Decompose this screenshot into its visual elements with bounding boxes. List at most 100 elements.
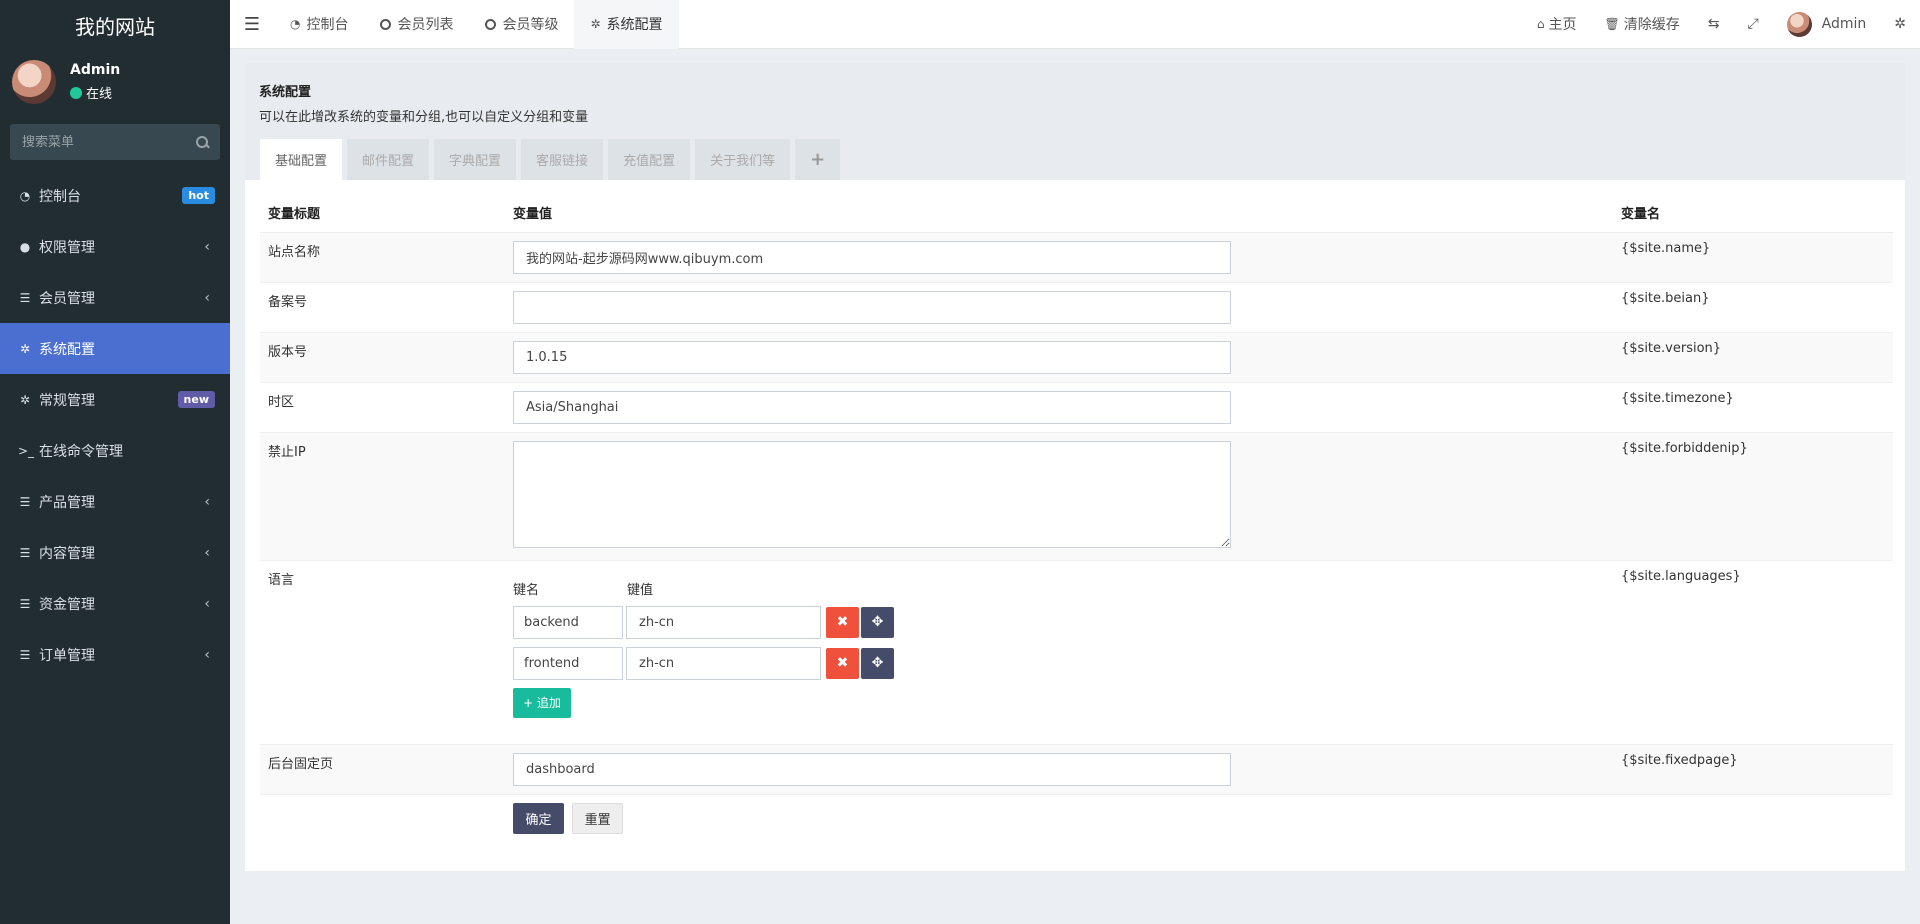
row-title: 语言 [260,559,505,744]
forbidden-ip-textarea[interactable] [513,440,1231,548]
chevron-left-icon: ‹ [204,493,210,510]
drag-handle-icon[interactable]: ✥ [861,647,894,679]
chevron-left-icon: ‹ [204,646,210,663]
table-row: 站点名称 {$site.name} [260,231,1893,282]
key-input[interactable] [513,646,623,680]
sidebar-item-content[interactable]: ☰ 内容管理 ‹ [0,527,230,578]
menu-toggle-icon[interactable]: ☰ [230,0,274,49]
append-button[interactable]: + 追加 [513,687,571,718]
var-name: {$site.languages} [1613,559,1893,744]
row-title: 禁止IP [260,431,505,560]
menu-search [10,124,220,160]
table-row: 备案号 {$site.beian} [260,281,1893,332]
sidebar-item-label: 权限管理 [39,239,95,256]
sidebar-item-label: 产品管理 [39,494,95,511]
kv-row: ✖ ✥ [513,646,1605,680]
sidebar-item-dashboard[interactable]: ◔ 控制台 hot [0,170,230,221]
fullscreen-toggle[interactable]: ⤢ [1733,0,1772,49]
fullscreen-icon: ⤢ [1747,16,1759,32]
tab-email-config[interactable]: 邮件配置 [347,139,430,180]
col-header-title: 变量标题 [260,180,505,233]
chevron-left-icon: ‹ [204,595,210,612]
gears-icon: ✲ [19,392,31,407]
value-input[interactable] [626,605,821,639]
menu-search-input[interactable] [22,134,182,150]
tab-system-config[interactable]: ✲ 系统配置 [574,0,679,49]
kv-row: ✖ ✥ [513,605,1605,639]
remove-row-icon[interactable]: ✖ [826,606,859,638]
sidebar-item-orders[interactable]: ☰ 订单管理 ‹ [0,629,230,680]
row-title: 备案号 [260,281,505,332]
translate-icon: ⇆ [1707,16,1720,32]
tab-label: 系统配置 [606,17,663,33]
tab-dashboard[interactable]: ◔ 控制台 [274,0,364,49]
sidebar-item-members[interactable]: ☰ 会员管理 ‹ [0,272,230,323]
kv-header: 键名 键值 [513,579,1605,598]
value-input[interactable] [626,646,821,680]
remove-row-icon[interactable]: ✖ [826,647,859,679]
table-row: 时区 {$site.timezone} [260,381,1893,432]
list-icon: ☰ [19,290,31,305]
sidebar-menu: ◔ 控制台 hot ● 权限管理 ‹ ☰ 会员管理 ‹ ✲ 系统配置 ✲ 常规管… [0,170,230,680]
hot-badge: hot [182,187,215,204]
var-name: {$site.name} [1613,231,1893,282]
home-link[interactable]: ⌂ 主页 [1523,0,1591,49]
control-sidebar-toggle[interactable]: ✲ [1880,0,1920,49]
timezone-input[interactable] [513,390,1231,424]
tab-basic-config[interactable]: 基础配置 [260,139,343,180]
online-dot-icon [70,86,82,99]
drag-handle-icon[interactable]: ✥ [861,606,894,638]
sidebar-item-label: 系统配置 [39,341,95,358]
list-icon: ☰ [19,494,31,509]
top-navbar: ☰ ◔ 控制台 会员列表 会员等级 ✲ 系统配置 ⌂ 主页 🗑 清除缓存 ⇆ ⤢… [230,0,1920,49]
chevron-left-icon: ‹ [204,238,210,255]
avatar [1786,11,1812,37]
tab-dictionary-config[interactable]: 字典配置 [434,139,517,180]
tab-about-us[interactable]: 关于我们等 [695,139,791,180]
home-icon: ⌂ [1536,17,1545,31]
list-icon: ☰ [19,647,31,662]
config-table: 变量标题 变量值 变量名 站点名称 {$site.name} 备案号 {$sit… [260,180,1893,842]
user-panel: Admin 在线 [0,50,230,114]
circle-icon [485,18,497,30]
submit-button[interactable]: 确定 [513,802,564,834]
sidebar-item-command[interactable]: >_ 在线命令管理 [0,425,230,476]
search-icon[interactable] [196,136,208,148]
tab-member-list[interactable]: 会员列表 [364,0,469,49]
value-header: 键值 [627,582,654,598]
user-name: Admin [70,62,121,78]
sidebar-item-products[interactable]: ☰ 产品管理 ‹ [0,476,230,527]
sidebar-item-general[interactable]: ✲ 常规管理 new [0,374,230,425]
gear-icon: ✲ [19,341,31,356]
chevron-left-icon: ‹ [204,289,210,306]
sidebar-item-funds[interactable]: ☰ 资金管理 ‹ [0,578,230,629]
reset-button[interactable]: 重置 [572,802,624,834]
var-name: {$site.timezone} [1613,381,1893,432]
tab-member-level[interactable]: 会员等级 [469,0,574,49]
config-tabs: 基础配置 邮件配置 字典配置 客服链接 充值配置 关于我们等 + [260,139,845,180]
clear-cache-button[interactable]: 🗑 清除缓存 [1590,0,1693,49]
sidebar-item-permissions[interactable]: ● 权限管理 ‹ [0,221,230,272]
add-tab-icon[interactable]: + [795,139,841,180]
fixed-page-input[interactable] [513,752,1231,786]
list-icon: ☰ [19,545,31,560]
site-logo[interactable]: 我的网站 [0,0,230,50]
panel-header: 系统配置 可以在此增改系统的变量和分组,也可以自定义分组和变量 基础配置 邮件配… [245,63,1905,180]
gear-icon: ✲ [590,17,601,31]
beian-input[interactable] [513,290,1231,324]
sidebar-item-label: 订单管理 [39,647,95,664]
language-toggle[interactable]: ⇆ [1694,0,1734,49]
main-content: 系统配置 可以在此增改系统的变量和分组,也可以自定义分组和变量 基础配置 邮件配… [245,63,1905,871]
user-menu[interactable]: Admin [1773,0,1881,49]
version-input[interactable] [513,340,1231,374]
gears-icon: ✲ [1894,16,1906,32]
row-title: 时区 [260,381,505,432]
dashboard-icon: ◔ [19,188,31,203]
sidebar-item-system-config[interactable]: ✲ 系统配置 [0,323,230,374]
site-name-input[interactable] [513,240,1231,274]
key-input[interactable] [513,605,623,639]
username-label: Admin [1821,16,1867,32]
tab-recharge-config[interactable]: 充值配置 [608,139,691,180]
tab-label: 控制台 [306,17,349,33]
tab-customer-service[interactable]: 客服链接 [521,139,604,180]
